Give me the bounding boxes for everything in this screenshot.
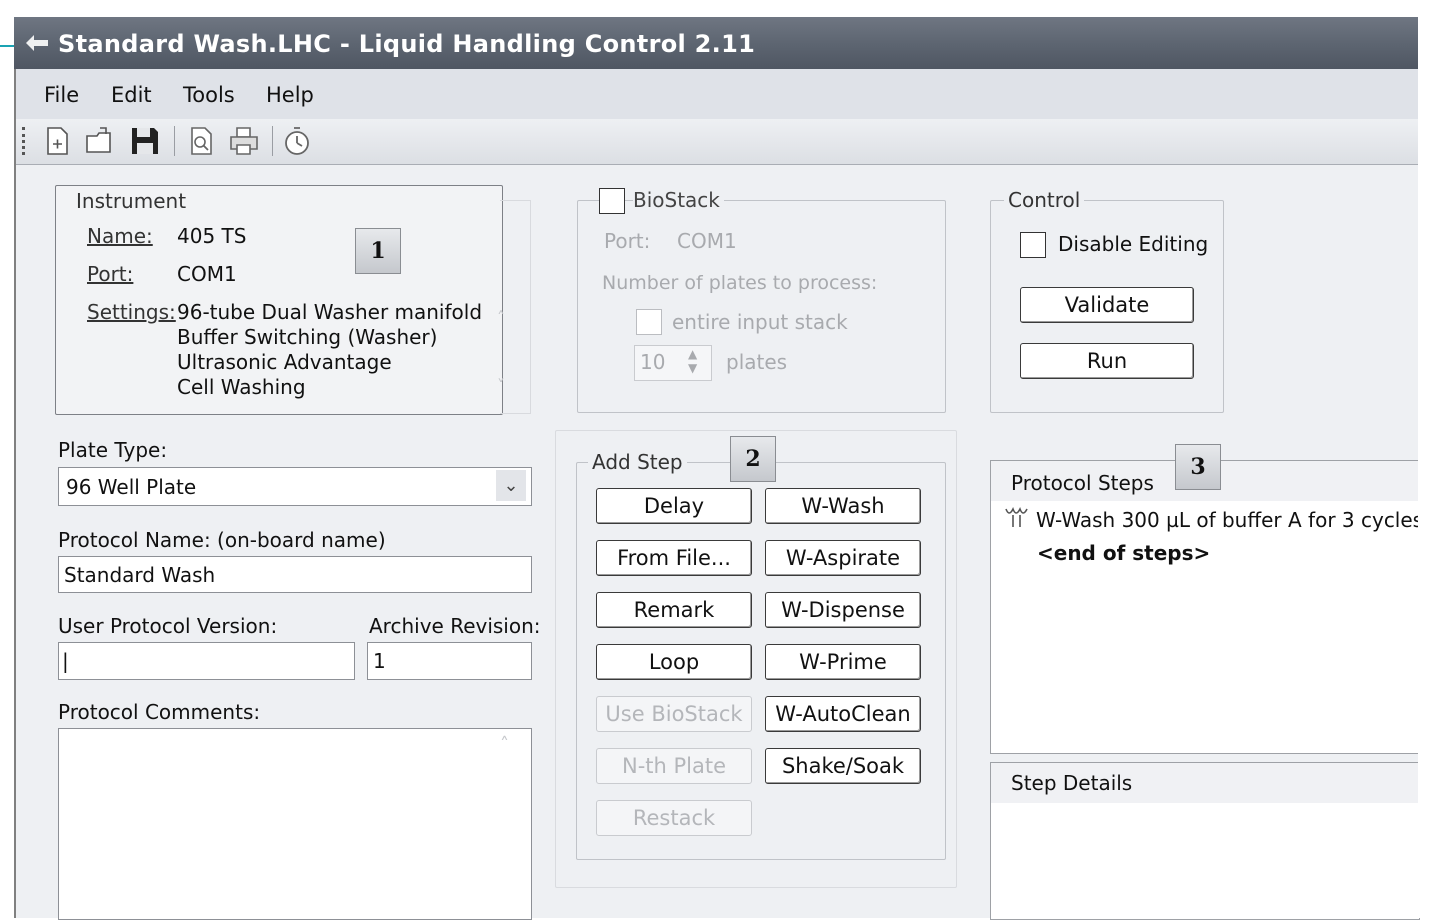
- add-w-aspirate-button[interactable]: W-Aspirate: [765, 540, 921, 576]
- print-icon[interactable]: [228, 124, 262, 158]
- add-restack-button[interactable]: Restack: [596, 800, 752, 836]
- step-details-label: Step Details: [1011, 771, 1133, 795]
- instrument-setting-4: Cell Washing: [177, 375, 306, 399]
- disable-editing-checkbox[interactable]: [1020, 232, 1046, 258]
- biostack-checkbox[interactable]: [599, 188, 625, 214]
- save-icon[interactable]: [128, 124, 162, 158]
- protocol-name-value: Standard Wash: [64, 563, 216, 587]
- plate-type-value: 96 Well Plate: [66, 475, 197, 499]
- menu-tools[interactable]: Tools: [183, 83, 235, 107]
- scroll-up-icon[interactable]: ˄: [497, 308, 505, 327]
- window-title: Standard Wash.LHC - Liquid Handling Cont…: [58, 30, 756, 58]
- menu-help[interactable]: Help: [266, 83, 314, 107]
- biostack-port-value: COM1: [677, 229, 737, 253]
- scroll-down-icon[interactable]: ˅: [497, 376, 505, 395]
- plates-unit-label: plates: [726, 350, 788, 374]
- biostack-label: BioStack: [633, 188, 724, 212]
- add-loop-button[interactable]: Loop: [596, 644, 752, 680]
- add-w-dispense-button[interactable]: W-Dispense: [765, 592, 921, 628]
- add-w-autoclean-button[interactable]: W-AutoClean: [765, 696, 921, 732]
- archive-revision-value: 1: [373, 649, 386, 673]
- biostack-plates-label: Number of plates to process:: [602, 272, 878, 294]
- app-icon: [26, 35, 48, 51]
- archive-revision-label: Archive Revision:: [369, 614, 541, 638]
- run-button[interactable]: Run: [1020, 343, 1194, 379]
- protocol-comments-textarea[interactable]: [58, 728, 532, 920]
- instrument-group-label: Instrument: [72, 189, 191, 213]
- protocol-name-label: Protocol Name: (on-board name): [58, 528, 386, 552]
- instrument-settings-label: Settings:: [87, 300, 176, 324]
- toolbar-separator: [174, 126, 175, 156]
- chevron-down-icon[interactable]: ⌄: [496, 470, 526, 501]
- biostack-port-label: Port:: [604, 229, 651, 253]
- disable-editing-label: Disable Editing: [1058, 232, 1209, 256]
- wash-step-icon: [1005, 507, 1028, 527]
- add-step-label: Add Step: [588, 450, 687, 474]
- instrument-setting-3: Ultrasonic Advantage: [177, 350, 392, 374]
- instrument-port-value: COM1: [177, 262, 237, 286]
- protocol-step-item[interactable]: W-Wash 300 µL of buffer A for 3 cycles: [1036, 508, 1423, 532]
- add-shake-soak-button[interactable]: Shake/Soak: [765, 748, 921, 784]
- scroll-up-icon[interactable]: ˄: [500, 734, 509, 755]
- plate-type-label: Plate Type:: [58, 438, 168, 462]
- toolbar-grip: [22, 127, 28, 155]
- timer-icon[interactable]: [280, 124, 314, 158]
- protocol-steps-label: Protocol Steps: [1011, 471, 1154, 495]
- instrument-name-label: Name:: [87, 224, 153, 248]
- add-delay-button[interactable]: Delay: [596, 488, 752, 524]
- callout-badge-3: 3: [1175, 444, 1221, 490]
- validate-button[interactable]: Validate: [1020, 287, 1194, 323]
- user-version-input[interactable]: [58, 642, 355, 680]
- user-version-label: User Protocol Version:: [58, 614, 278, 638]
- new-icon[interactable]: [40, 124, 74, 158]
- instrument-port-label: Port:: [87, 262, 134, 286]
- plates-count-value: 10: [640, 350, 666, 374]
- add-nth-plate-button[interactable]: N-th Plate: [596, 748, 752, 784]
- end-of-steps-marker: <end of steps>: [1037, 541, 1211, 565]
- callout-badge-2: 2: [730, 436, 776, 482]
- control-group-label: Control: [1004, 188, 1085, 212]
- add-remark-button[interactable]: Remark: [596, 592, 752, 628]
- add-use-biostack-button[interactable]: Use BioStack: [596, 696, 752, 732]
- add-from-file-button[interactable]: From File...: [596, 540, 752, 576]
- callout-badge-1: 1: [355, 228, 401, 274]
- toolbar-separator: [272, 126, 273, 156]
- entire-stack-checkbox[interactable]: [636, 309, 662, 335]
- entire-stack-label: entire input stack: [672, 310, 848, 334]
- page-edge: [1418, 17, 1431, 918]
- spinner-arrows-icon[interactable]: ▲ ▼: [688, 347, 697, 375]
- archive-revision-input[interactable]: [367, 642, 532, 680]
- instrument-setting-2: Buffer Switching (Washer): [177, 325, 438, 349]
- instrument-name-value: 405 TS: [177, 224, 247, 248]
- preview-icon[interactable]: [184, 124, 218, 158]
- background-line: [0, 45, 14, 47]
- protocol-steps-panel: [990, 460, 1420, 754]
- menu-file[interactable]: File: [44, 83, 79, 107]
- add-w-prime-button[interactable]: W-Prime: [765, 644, 921, 680]
- add-w-wash-button[interactable]: W-Wash: [765, 488, 921, 524]
- instrument-setting-1: 96-tube Dual Washer manifold: [177, 300, 483, 324]
- open-icon[interactable]: [84, 124, 118, 158]
- menu-edit[interactable]: Edit: [111, 83, 152, 107]
- user-version-value: |: [62, 649, 69, 673]
- protocol-comments-label: Protocol Comments:: [58, 700, 261, 724]
